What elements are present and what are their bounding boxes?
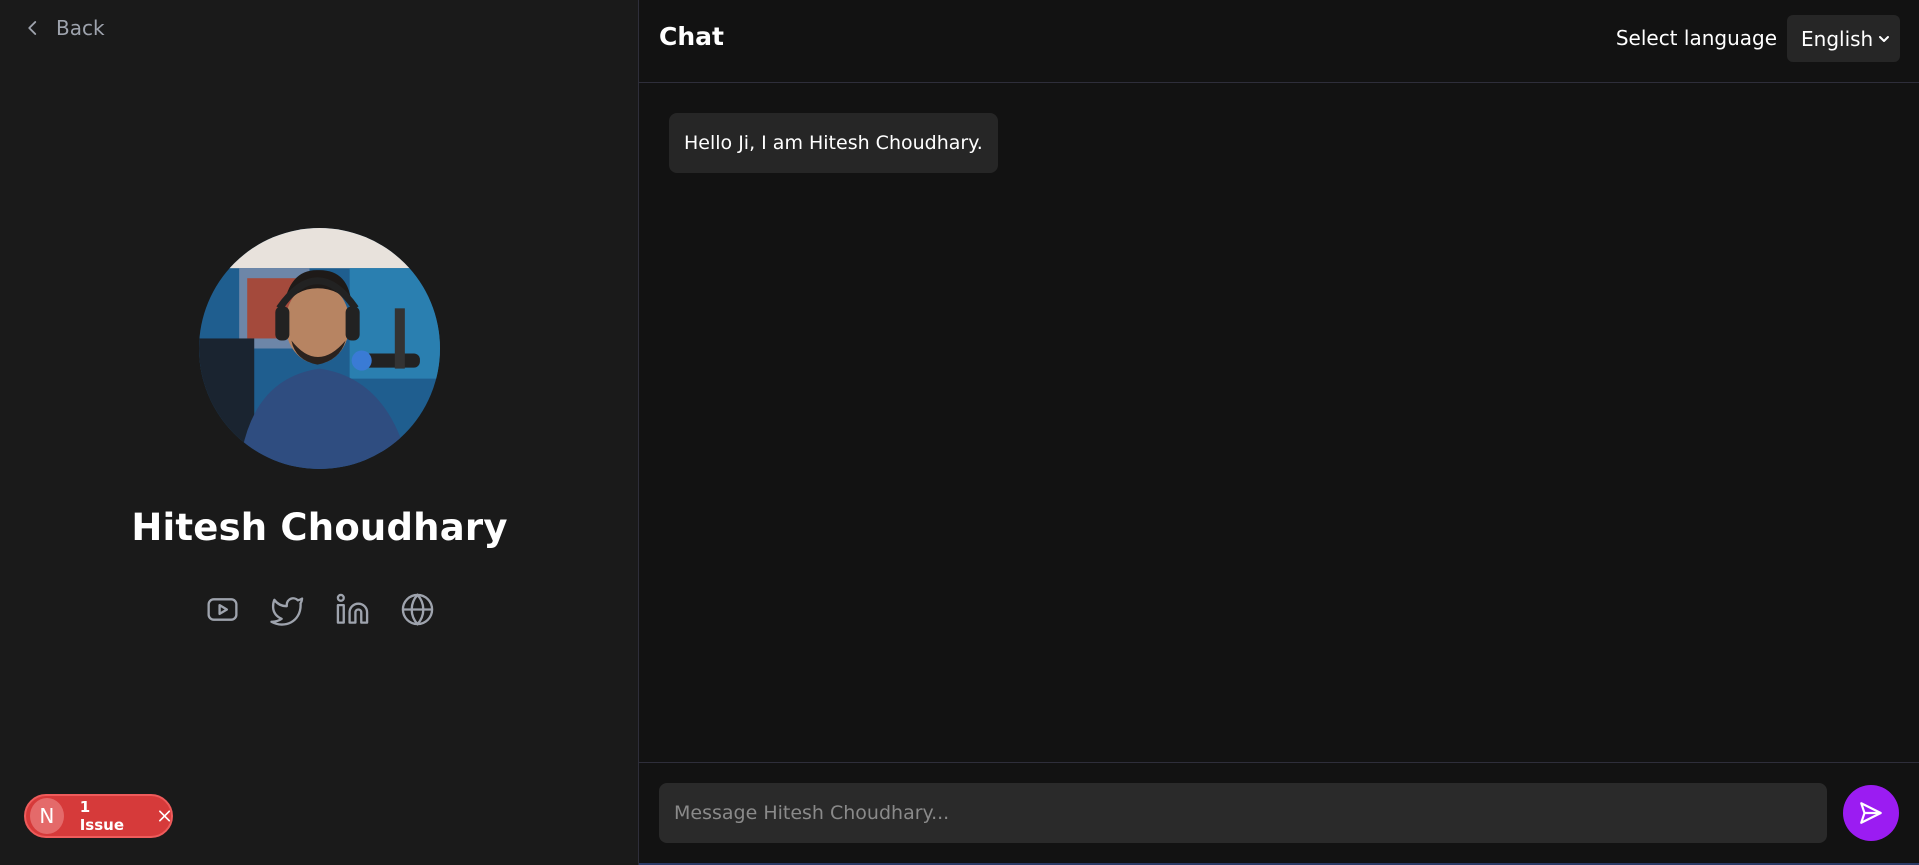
message-input[interactable]: [659, 783, 1827, 843]
language-selected-value: English: [1801, 26, 1874, 51]
social-links: [0, 592, 639, 627]
chat-message: Hello Ji, I am Hitesh Choudhary.: [669, 113, 998, 173]
chevron-left-icon: [28, 21, 37, 35]
website-link[interactable]: [400, 592, 435, 627]
globe-icon: [401, 593, 433, 626]
send-button[interactable]: [1843, 785, 1899, 841]
profile-name: Hitesh Choudhary: [131, 506, 508, 549]
chat-title: Chat: [659, 22, 724, 51]
send-icon: [1860, 802, 1882, 824]
close-icon[interactable]: [158, 809, 171, 823]
twitter-icon: [269, 597, 303, 626]
message-composer: [639, 762, 1919, 865]
youtube-link[interactable]: [205, 592, 240, 627]
chat-panel: Chat Select language English Hello Ji, I…: [639, 0, 1919, 865]
issue-badge[interactable]: N 1 Issue: [24, 794, 173, 838]
linkedin-icon: [336, 593, 368, 624]
chat-header: Chat Select language English: [639, 0, 1919, 83]
youtube-icon: [206, 598, 238, 621]
profile-panel: Back Hitesh Choudhary N 1 Issue: [0, 0, 639, 865]
back-label: Back: [56, 16, 105, 40]
chevron-down-icon: [1879, 36, 1889, 42]
issue-count-label: 1 Issue: [79, 798, 125, 834]
avatar-photo: [199, 228, 440, 469]
language-select[interactable]: English: [1787, 15, 1900, 62]
app-root: Back Hitesh Choudhary N 1 Issue Chat Sel…: [0, 0, 1919, 865]
twitter-link[interactable]: [269, 592, 305, 627]
avatar: [199, 228, 440, 469]
nextjs-logo-icon: N: [30, 798, 64, 834]
language-label: Select language: [1615, 26, 1777, 50]
linkedin-link[interactable]: [335, 592, 370, 627]
back-button[interactable]: Back: [24, 16, 105, 40]
